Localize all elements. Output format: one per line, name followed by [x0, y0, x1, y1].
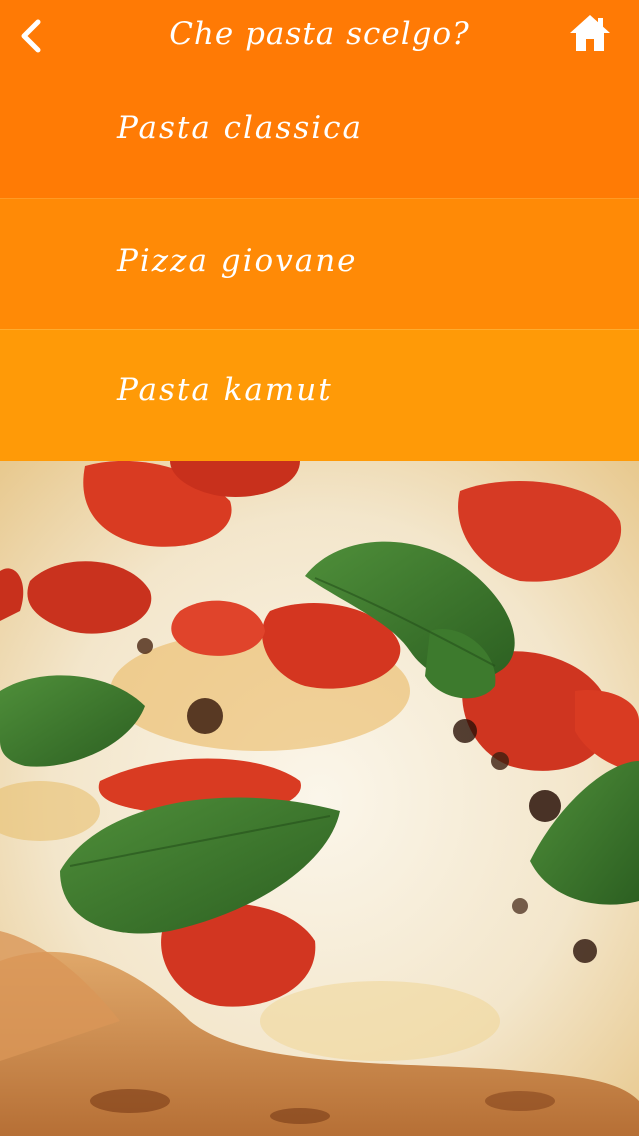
page-title: Che pasta scelgo?	[169, 16, 470, 52]
menu-item-label: Pasta kamut	[117, 372, 333, 408]
pizza-photo	[0, 461, 639, 1136]
menu-item-label: Pizza giovane	[117, 243, 358, 279]
pizza-illustration	[0, 461, 639, 1136]
home-icon	[570, 15, 610, 51]
menu-item-pasta-classica[interactable]: Pasta classica	[0, 70, 639, 198]
home-button[interactable]	[567, 12, 613, 54]
screen: Che pasta scelgo? Pasta classica Pizza g…	[0, 0, 639, 1136]
menu-item-pizza-giovane[interactable]: Pizza giovane	[0, 198, 639, 330]
chevron-left-icon	[21, 19, 41, 53]
back-button[interactable]	[8, 10, 54, 60]
menu-item-label: Pasta classica	[117, 110, 363, 146]
menu-item-pasta-kamut[interactable]: Pasta kamut	[0, 329, 639, 462]
top-bar: Che pasta scelgo?	[0, 0, 639, 70]
